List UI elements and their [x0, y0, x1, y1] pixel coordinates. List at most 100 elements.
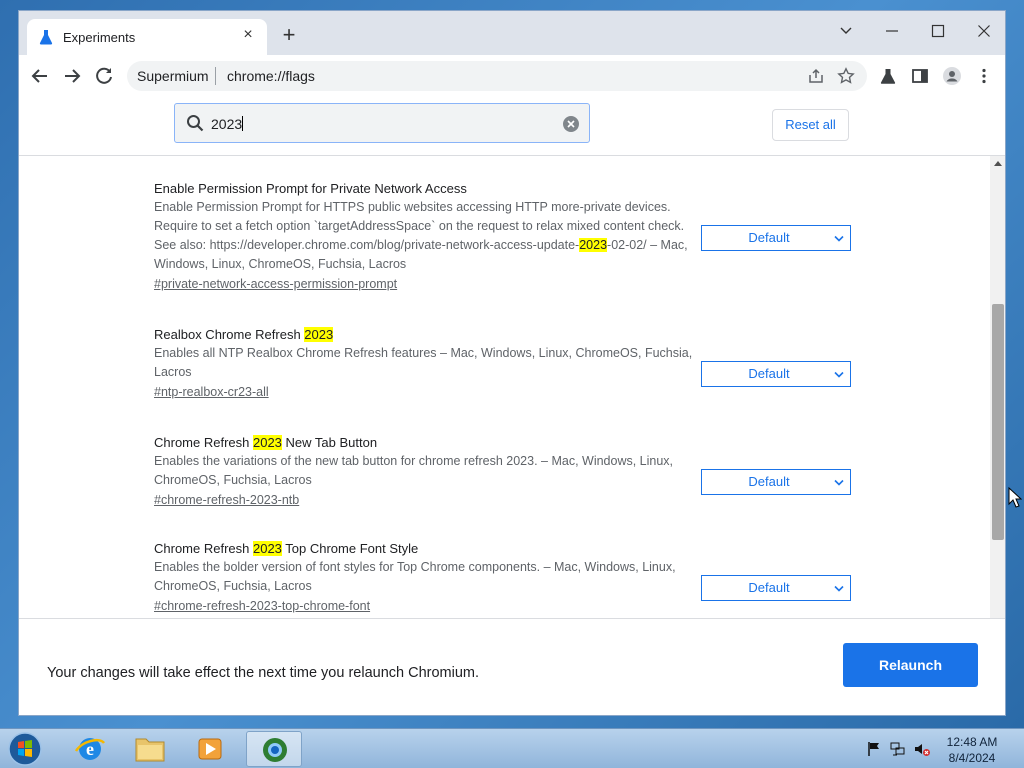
mouse-cursor-icon: [1008, 487, 1022, 508]
scroll-up-icon[interactable]: [994, 160, 1002, 166]
reload-button[interactable]: [91, 63, 117, 89]
tab-search-button[interactable]: [823, 17, 869, 45]
flag-item: Chrome Refresh 2023 Top Chrome Font Styl…: [154, 539, 694, 616]
chevron-down-icon: [840, 27, 852, 34]
chevron-down-icon: [834, 235, 844, 242]
flag-item: Realbox Chrome Refresh 2023 Enables all …: [154, 325, 694, 402]
forward-button[interactable]: [59, 63, 85, 89]
flag-title: Realbox Chrome Refresh 2023: [154, 327, 334, 342]
flask-icon: [880, 69, 896, 84]
start-button[interactable]: [6, 731, 44, 767]
experiments-button[interactable]: [875, 63, 901, 89]
flask-icon: [39, 30, 53, 45]
maximize-icon: [931, 24, 945, 38]
flag-permalink[interactable]: #chrome-refresh-2023-ntb: [154, 491, 694, 510]
url-text[interactable]: chrome://flags: [227, 68, 315, 84]
reset-all-button[interactable]: Reset all: [772, 109, 849, 141]
flag-select[interactable]: Default: [701, 225, 851, 251]
clear-icon: [567, 120, 575, 128]
supermium-icon: [263, 738, 287, 762]
clock-date: 8/4/2024: [948, 751, 996, 765]
close-icon: [978, 25, 990, 37]
flag-item: Chrome Refresh 2023 New Tab Button Enabl…: [154, 433, 694, 510]
flags-list: Enable Permission Prompt for Private Net…: [19, 156, 989, 618]
clear-search-button[interactable]: [563, 116, 579, 132]
flag-title: Enable Permission Prompt for Private Net…: [154, 181, 467, 196]
bookmark-button[interactable]: [833, 63, 859, 89]
omnibox-separator: [215, 67, 216, 85]
kebab-menu-icon: [982, 68, 986, 84]
star-icon: [837, 67, 855, 84]
flag-select[interactable]: Default: [701, 361, 851, 387]
share-button[interactable]: [803, 63, 829, 89]
system-clock[interactable]: 12:48 AM 8/4/2024: [932, 734, 1012, 766]
flag-description: Enables the bolder version of font style…: [154, 560, 676, 593]
flag-select[interactable]: Default: [701, 469, 851, 495]
taskbar-supermium[interactable]: [246, 731, 302, 767]
taskbar-internet-explorer[interactable]: e: [62, 731, 118, 767]
search-highlight: 2023: [579, 238, 608, 252]
taskbar-media-player[interactable]: [182, 731, 238, 767]
relaunch-button[interactable]: Relaunch: [843, 643, 978, 687]
flag-item: Enable Permission Prompt for Private Net…: [154, 179, 694, 294]
search-highlight: 2023: [304, 327, 334, 342]
scrollbar-thumb[interactable]: [992, 304, 1004, 540]
chevron-down-icon: [834, 479, 844, 486]
volume-muted-icon[interactable]: [914, 741, 930, 757]
taskbar-file-explorer[interactable]: [122, 731, 178, 767]
internet-explorer-icon: e: [74, 738, 106, 760]
network-icon[interactable]: [890, 741, 906, 757]
forward-arrow-icon: [65, 69, 81, 83]
minimize-button[interactable]: [869, 17, 915, 45]
flag-select-value: Default: [748, 580, 790, 595]
site-chip[interactable]: Supermium: [137, 68, 209, 84]
search-icon: [187, 115, 204, 132]
back-button[interactable]: [27, 63, 53, 89]
flag-description: Enables the variations of the new tab bu…: [154, 454, 674, 487]
flag-permalink[interactable]: #ntp-realbox-cr23-all: [154, 383, 694, 402]
taskbar: e 12:48 AM 8/4/2024: [0, 728, 1024, 768]
relaunch-message: Your changes will take effect the next t…: [47, 665, 480, 681]
media-player-icon: [198, 738, 222, 760]
minimize-icon: [886, 30, 898, 32]
side-panel-icon: [912, 69, 928, 83]
scrollbar[interactable]: [990, 156, 1005, 618]
side-panel-button[interactable]: [907, 63, 933, 89]
search-input[interactable]: 2023: [174, 103, 590, 143]
folder-icon: [135, 738, 165, 762]
avatar-icon: [943, 67, 961, 85]
search-value[interactable]: 2023: [211, 116, 244, 132]
share-icon: [809, 68, 823, 83]
profile-button[interactable]: [939, 63, 965, 89]
maximize-button[interactable]: [915, 17, 961, 45]
flag-description: Enable Permission Prompt for HTTPS publi…: [154, 200, 688, 271]
address-bar[interactable]: Supermium chrome://flags: [127, 61, 867, 91]
flag-description: Enables all NTP Realbox Chrome Refresh f…: [154, 346, 693, 379]
flag-select[interactable]: Default: [701, 575, 851, 601]
search-highlight: 2023: [252, 435, 282, 450]
flag-select-value: Default: [748, 474, 790, 489]
flag-title: Chrome Refresh 2023 Top Chrome Font Styl…: [154, 541, 419, 556]
tab-close-icon[interactable]: ×: [239, 26, 257, 46]
flag-select-value: Default: [748, 230, 790, 245]
clock-time: 12:48 AM: [946, 735, 998, 749]
search-highlight: 2023: [252, 541, 282, 556]
chevron-down-icon: [834, 585, 844, 592]
action-center-flag-icon[interactable]: [866, 741, 882, 757]
menu-button[interactable]: [971, 63, 997, 89]
relaunch-footer: Your changes will take effect the next t…: [19, 618, 1005, 715]
toolbar: Supermium chrome://flags: [19, 55, 1005, 98]
flag-permalink[interactable]: #chrome-refresh-2023-top-chrome-font: [154, 597, 694, 616]
windows-logo-icon: [8, 732, 42, 766]
tab-title: Experiments: [63, 30, 136, 45]
new-tab-button[interactable]: +: [277, 24, 301, 46]
flag-permalink[interactable]: #private-network-access-permission-promp…: [154, 275, 694, 294]
tab-experiments[interactable]: Experiments ×: [27, 19, 267, 55]
flag-title: Chrome Refresh 2023 New Tab Button: [154, 435, 378, 450]
close-window-button[interactable]: [961, 17, 1005, 45]
flags-header: 2023 Reset all: [19, 97, 1005, 156]
back-arrow-icon: [31, 69, 47, 83]
chevron-down-icon: [834, 371, 844, 378]
browser-window: Experiments × + Supermium chrome://flags…: [18, 10, 1006, 716]
text-caret: [242, 116, 244, 131]
